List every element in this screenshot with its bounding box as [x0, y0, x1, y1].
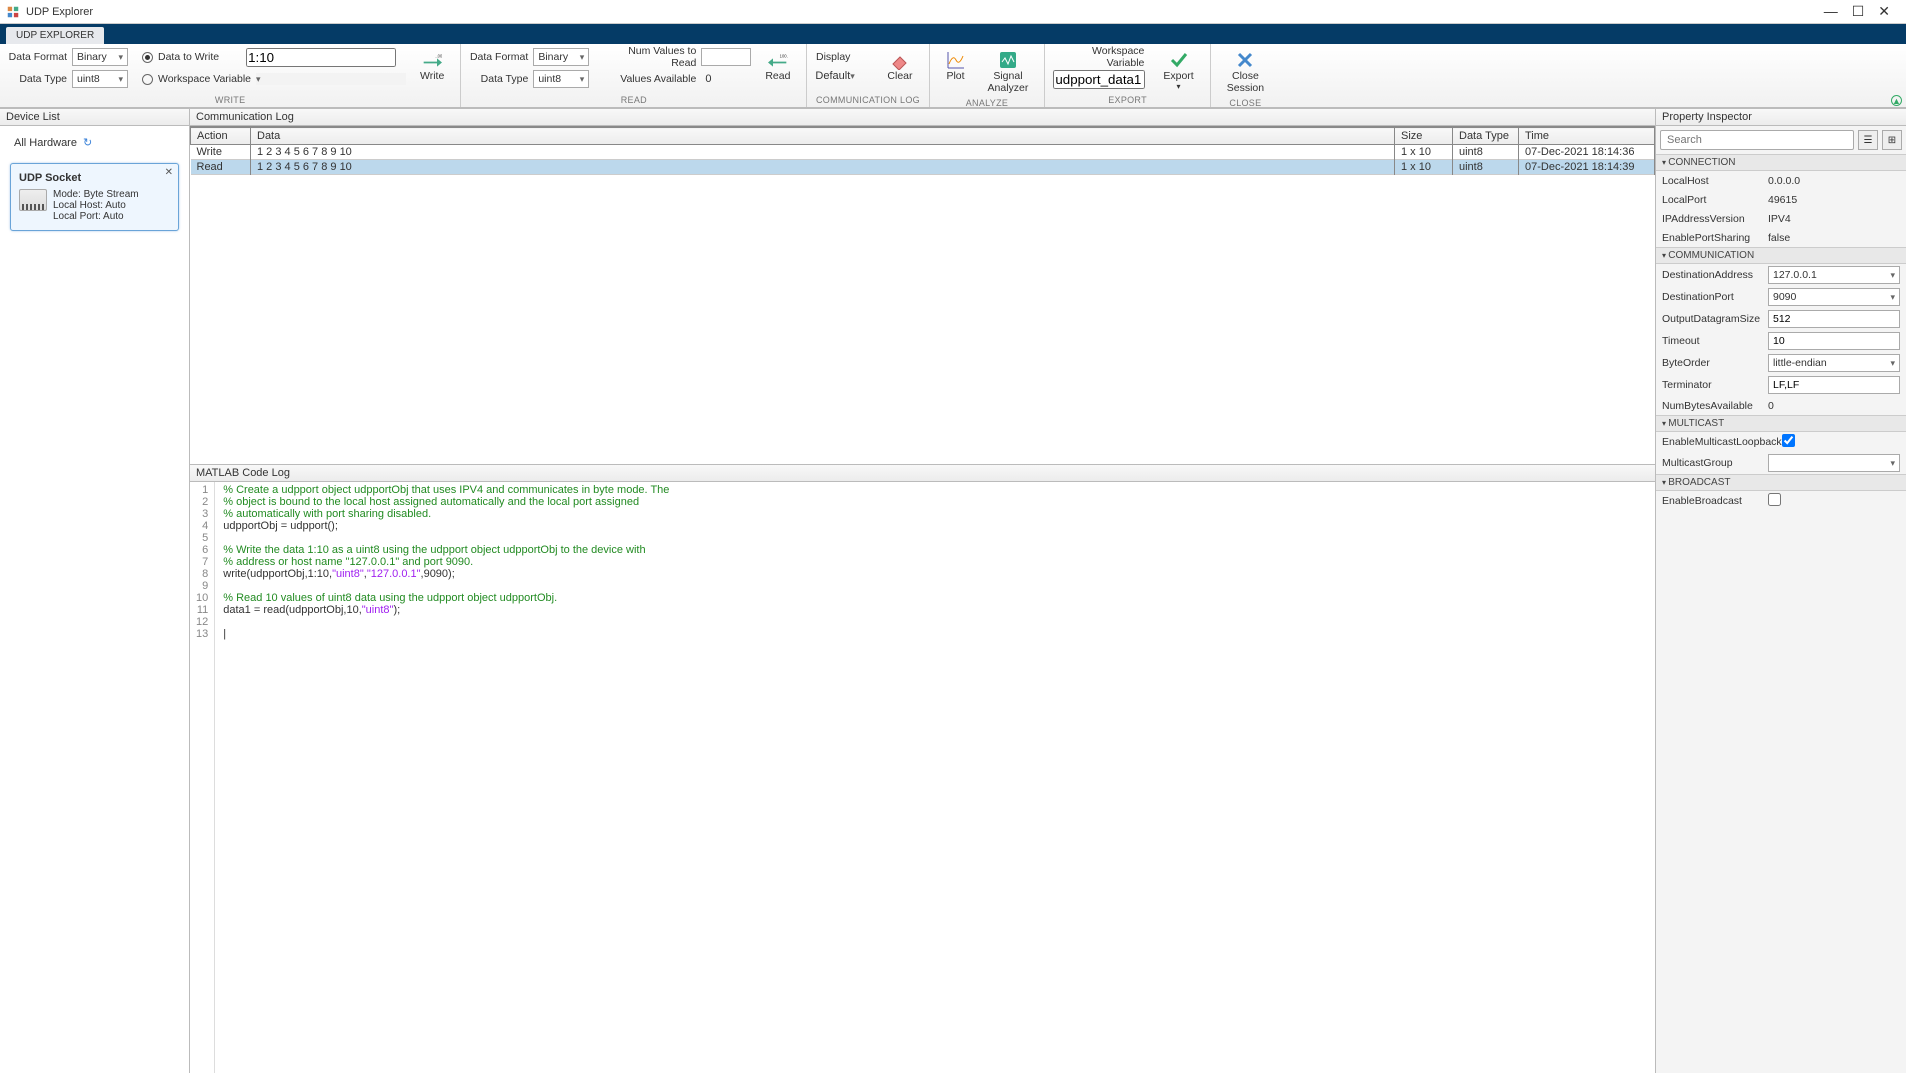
prop-Timeout: Timeout — [1656, 330, 1906, 352]
prop-group-connection[interactable]: CONNECTION — [1656, 154, 1906, 171]
prop-list-view-button[interactable]: ☰ — [1858, 130, 1878, 150]
write-data-format-label: Data Format — [8, 51, 72, 63]
prop-NumBytesAvailable: NumBytesAvailable0 — [1656, 396, 1906, 415]
chip-icon — [19, 189, 47, 211]
code-log-title: MATLAB Code Log — [190, 465, 1655, 482]
write-data-type-select[interactable]: uint8 — [72, 70, 128, 88]
radio-ws-var[interactable] — [142, 74, 153, 85]
col-action[interactable]: Action — [191, 128, 251, 145]
device-list-title: Device List — [0, 109, 189, 126]
prop-LocalHost: LocalHost0.0.0.0 — [1656, 171, 1906, 190]
col-time[interactable]: Time — [1519, 128, 1655, 145]
export-button[interactable]: Export ▾ — [1155, 48, 1201, 93]
write-group-label: WRITE — [8, 93, 452, 107]
refresh-icon[interactable]: ↻ — [83, 136, 92, 149]
device-card-close[interactable]: ✕ — [165, 167, 173, 178]
prop-IPAddressVersion: IPAddressVersionIPV4 — [1656, 209, 1906, 228]
read-data-format-label: Data Format — [469, 51, 533, 63]
device-list-panel: Device List All Hardware ↻ ✕ UDP Socket … — [0, 109, 190, 1073]
read-icon: 100.. — [768, 50, 788, 70]
svg-text:..001: ..001 — [435, 54, 442, 59]
read-data-type-select[interactable]: uint8 — [533, 70, 589, 88]
num-values-input[interactable] — [701, 48, 751, 66]
prop-DestinationPort: DestinationPort9090 — [1656, 286, 1906, 308]
read-data-format-select[interactable]: Binary — [533, 48, 589, 66]
export-group-label: EXPORT — [1053, 93, 1201, 107]
data-to-write-label: Data to Write — [158, 51, 219, 63]
check-icon — [1169, 50, 1189, 70]
export-ws-input[interactable] — [1053, 70, 1145, 89]
col-datatype[interactable]: Data Type — [1453, 128, 1519, 145]
prop-group-multicast[interactable]: MULTICAST — [1656, 415, 1906, 432]
close-icon — [1235, 50, 1255, 70]
property-inspector-title: Property Inspector — [1656, 109, 1906, 126]
write-data-type-label: Data Type — [8, 73, 72, 85]
comm-log-title: Communication Log — [190, 109, 1655, 126]
app-icon — [6, 5, 20, 19]
help-icon[interactable]: ▲ — [1891, 95, 1902, 106]
property-inspector: Property Inspector ☰ ⊞ CONNECTIONLocalHo… — [1656, 109, 1906, 1073]
table-row[interactable]: Read1 2 3 4 5 6 7 8 9 101 x 10uint807-De… — [191, 160, 1655, 175]
prop-EnableMulticastLoopback: EnableMulticastLoopback — [1656, 432, 1906, 452]
comm-log-table: Action Data Size Data Type Time Write1 2… — [190, 127, 1655, 175]
prop-group-view-button[interactable]: ⊞ — [1882, 130, 1902, 150]
svg-text:100..: 100.. — [780, 54, 788, 59]
plot-button[interactable]: Plot — [938, 48, 974, 84]
eraser-icon — [890, 50, 910, 70]
prop-group-communication[interactable]: COMMUNICATION — [1656, 247, 1906, 264]
write-data-format-select[interactable]: Binary — [72, 48, 128, 66]
col-size[interactable]: Size — [1395, 128, 1453, 145]
commlog-group-label: COMMUNICATION LOG — [815, 93, 920, 107]
read-group-label: READ — [469, 93, 798, 107]
display-label: Display — [815, 51, 855, 63]
plot-icon — [946, 50, 966, 70]
signal-analyzer-icon — [998, 50, 1018, 70]
ws-var-label: Workspace Variable — [158, 73, 251, 85]
export-ws-label: Workspace Variable — [1053, 45, 1149, 69]
app-title: UDP Explorer — [26, 6, 93, 18]
radio-data-to-write[interactable] — [142, 52, 153, 63]
write-button[interactable]: ..001 Write — [412, 48, 452, 84]
maximize-button[interactable]: ☐ — [1852, 3, 1865, 20]
values-available-value: 0 — [701, 73, 711, 85]
device-card-udp-socket[interactable]: ✕ UDP Socket Mode: Byte Stream Local Hos… — [10, 163, 179, 231]
minimize-button[interactable]: — — [1824, 3, 1838, 20]
close-group-label: CLOSE — [1219, 96, 1272, 110]
display-select[interactable]: Default — [815, 70, 873, 82]
prop-EnableBroadcast: EnableBroadcast — [1656, 491, 1906, 511]
prop-MulticastGroup: MulticastGroup — [1656, 452, 1906, 474]
close-button[interactable]: ✕ — [1878, 3, 1890, 20]
read-data-type-label: Data Type — [469, 73, 533, 85]
col-data[interactable]: Data — [251, 128, 1395, 145]
prop-LocalPort: LocalPort49615 — [1656, 190, 1906, 209]
analyze-group-label: ANALYZE — [938, 96, 1037, 110]
prop-DestinationAddress: DestinationAddress127.0.0.1 — [1656, 264, 1906, 286]
prop-EnablePortSharing: EnablePortSharingfalse — [1656, 228, 1906, 247]
code-body[interactable]: 12345678910111213 % Create a udpport obj… — [190, 482, 1655, 1073]
num-values-label: Num Values to Read — [601, 45, 701, 69]
write-icon: ..001 — [422, 50, 442, 70]
read-button[interactable]: 100.. Read — [757, 48, 798, 84]
prop-search-input[interactable] — [1660, 130, 1854, 150]
clear-button[interactable]: Clear — [879, 48, 920, 84]
titlebar: UDP Explorer — ☐ ✕ — [0, 0, 1906, 24]
prop-Terminator: Terminator — [1656, 374, 1906, 396]
prop-group-broadcast[interactable]: BROADCAST — [1656, 474, 1906, 491]
ws-var-select — [256, 73, 406, 85]
all-hardware-label[interactable]: All Hardware — [14, 137, 77, 149]
data-to-write-input[interactable] — [246, 48, 396, 67]
values-available-label: Values Available — [601, 73, 701, 85]
signal-analyzer-button[interactable]: Signal Analyzer — [980, 48, 1037, 96]
prop-ByteOrder: ByteOrderlittle-endian — [1656, 352, 1906, 374]
close-session-button[interactable]: Close Session — [1219, 48, 1272, 96]
tab-strip: UDP EXPLORER — [0, 24, 1906, 44]
tab-udp-explorer[interactable]: UDP EXPLORER — [6, 27, 104, 44]
table-row[interactable]: Write1 2 3 4 5 6 7 8 9 101 x 10uint807-D… — [191, 145, 1655, 160]
toolbar: Data Format Binary Data Type uint8 Data … — [0, 44, 1906, 109]
prop-OutputDatagramSize: OutputDatagramSize — [1656, 308, 1906, 330]
